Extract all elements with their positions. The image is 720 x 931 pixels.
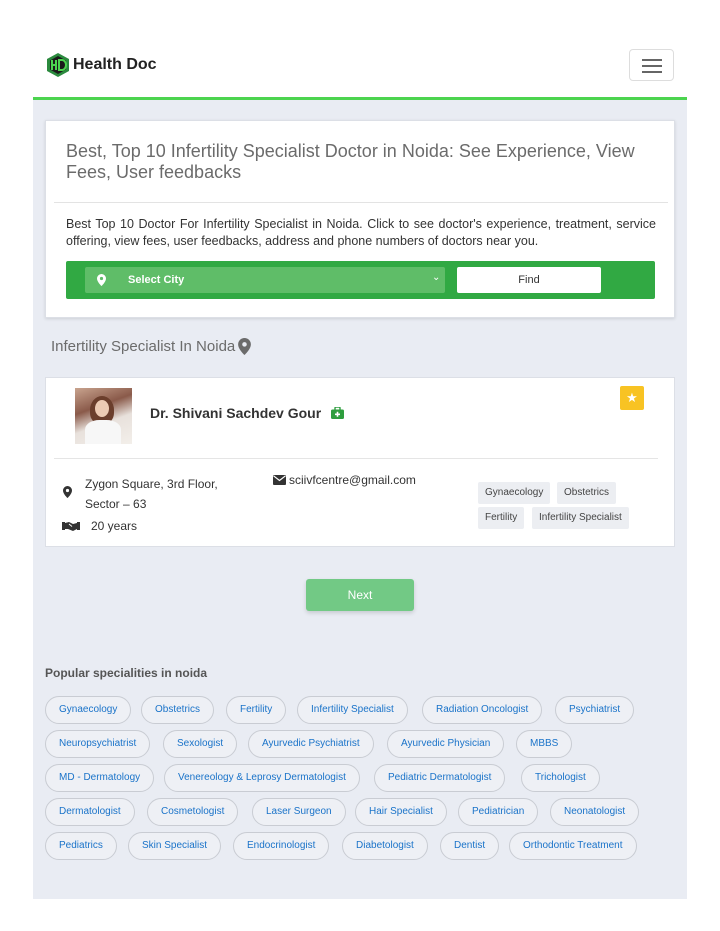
find-button[interactable]: Find [457,267,601,293]
divider [54,202,668,203]
listing-heading-text: Infertility Specialist In Noida [51,338,236,355]
navbar: Health Doc [33,30,687,100]
chip-dermatologist[interactable]: Dermatologist [45,798,135,826]
hamburger-menu-icon [642,59,662,61]
doctor-card[interactable]: Dr. Shivani Sachdev Gour ★ Zygon Square,… [45,377,675,547]
hamburger-menu-button[interactable] [629,49,674,81]
location-pin-icon [97,274,106,286]
envelope-icon [273,475,286,485]
page-title: Best, Top 10 Infertility Specialist Doct… [66,141,635,182]
chip-skin-specialist[interactable]: Skin Specialist [128,832,222,860]
star-icon[interactable]: ★ [620,386,644,410]
chevron-down-icon: ⌄ [432,272,441,283]
chip-venereology-leprosy-dermatologist[interactable]: Venereology & Leprosy Dermatologist [164,764,360,792]
chip-trichologist[interactable]: Trichologist [521,764,600,792]
medical-kit-icon [331,407,345,419]
doctor-email[interactable]: sciivfcentre@gmail.com [289,473,416,487]
chip-dentist[interactable]: Dentist [440,832,500,860]
next-button[interactable]: Next [306,579,414,611]
chip-md-dermatology[interactable]: MD - Dermatology [45,764,155,792]
city-select-label: Select City [128,274,185,286]
chip-fertility[interactable]: Fertility [226,696,287,724]
page-container: Health Doc Best, Top 10 Infertility Spec… [33,30,687,899]
popular-heading: Popular specialities in noida [45,666,208,680]
chip-cosmetologist[interactable]: Cosmetologist [147,798,239,826]
doctor-photo[interactable] [75,388,132,444]
divider [54,458,658,459]
chip-radiation-oncologist[interactable]: Radiation Oncologist [422,696,543,724]
brand-link[interactable]: Health Doc [45,52,157,78]
handshake-icon [62,522,80,531]
listing-heading: Infertility Specialist In Noida [51,338,252,355]
chip-neuropsychiatrist[interactable]: Neuropsychiatrist [45,730,151,758]
search-bar: Select City ⌄ Find [66,261,655,299]
chip-hair-specialist[interactable]: Hair Specialist [355,798,447,826]
chip-neonatologist[interactable]: Neonatologist [550,798,640,826]
doctor-name-text: Dr. Shivani Sachdev Gour [150,405,322,421]
location-pin-icon [238,338,252,355]
chip-pediatrician[interactable]: Pediatrician [458,798,539,826]
tag-infertility-specialist[interactable]: Infertility Specialist [532,507,629,529]
chip-pediatric-dermatologist[interactable]: Pediatric Dermatologist [374,764,506,792]
chip-sexologist[interactable]: Sexologist [163,730,238,758]
address-line-2: Sector – 63 [85,497,147,511]
chip-endocrinologist[interactable]: Endocrinologist [233,832,330,860]
city-select[interactable]: Select City ⌄ [85,267,445,293]
brand-name: Health Doc [73,56,157,73]
chip-mbbs[interactable]: MBBS [516,730,573,758]
address-line-1: Zygon Square, 3rd Floor, [85,477,218,491]
intro-card: Best, Top 10 Infertility Specialist Doct… [45,120,675,318]
chip-gynaecology[interactable]: Gynaecology [45,696,132,724]
tag-obstetrics[interactable]: Obstetrics [557,482,617,504]
chip-diabetologist[interactable]: Diabetologist [342,832,428,860]
hd-logo-icon [47,53,69,77]
chip-ayurvedic-psychiatrist[interactable]: Ayurvedic Psychiatrist [248,730,374,758]
tag-fertility[interactable]: Fertility [478,507,525,529]
chip-pediatrics[interactable]: Pediatrics [45,832,117,860]
intro-description: Best Top 10 Doctor For Infertility Speci… [66,217,656,248]
chip-infertility-specialist[interactable]: Infertility Specialist [297,696,408,724]
doctor-experience: 20 years [91,519,138,533]
doctor-name[interactable]: Dr. Shivani Sachdev Gour [150,405,345,421]
chip-laser-surgeon[interactable]: Laser Surgeon [252,798,346,826]
chip-psychiatrist[interactable]: Psychiatrist [555,696,635,724]
tag-gynaecology[interactable]: Gynaecology [478,482,551,504]
chip-ayurvedic-physician[interactable]: Ayurvedic Physician [387,730,505,758]
doctor-address: Zygon Square, 3rd Floor, Sector – 63 [85,474,245,514]
chip-orthodontic-treatment[interactable]: Orthodontic Treatment [509,832,637,860]
location-pin-icon [63,486,72,498]
chip-obstetrics[interactable]: Obstetrics [141,696,215,724]
